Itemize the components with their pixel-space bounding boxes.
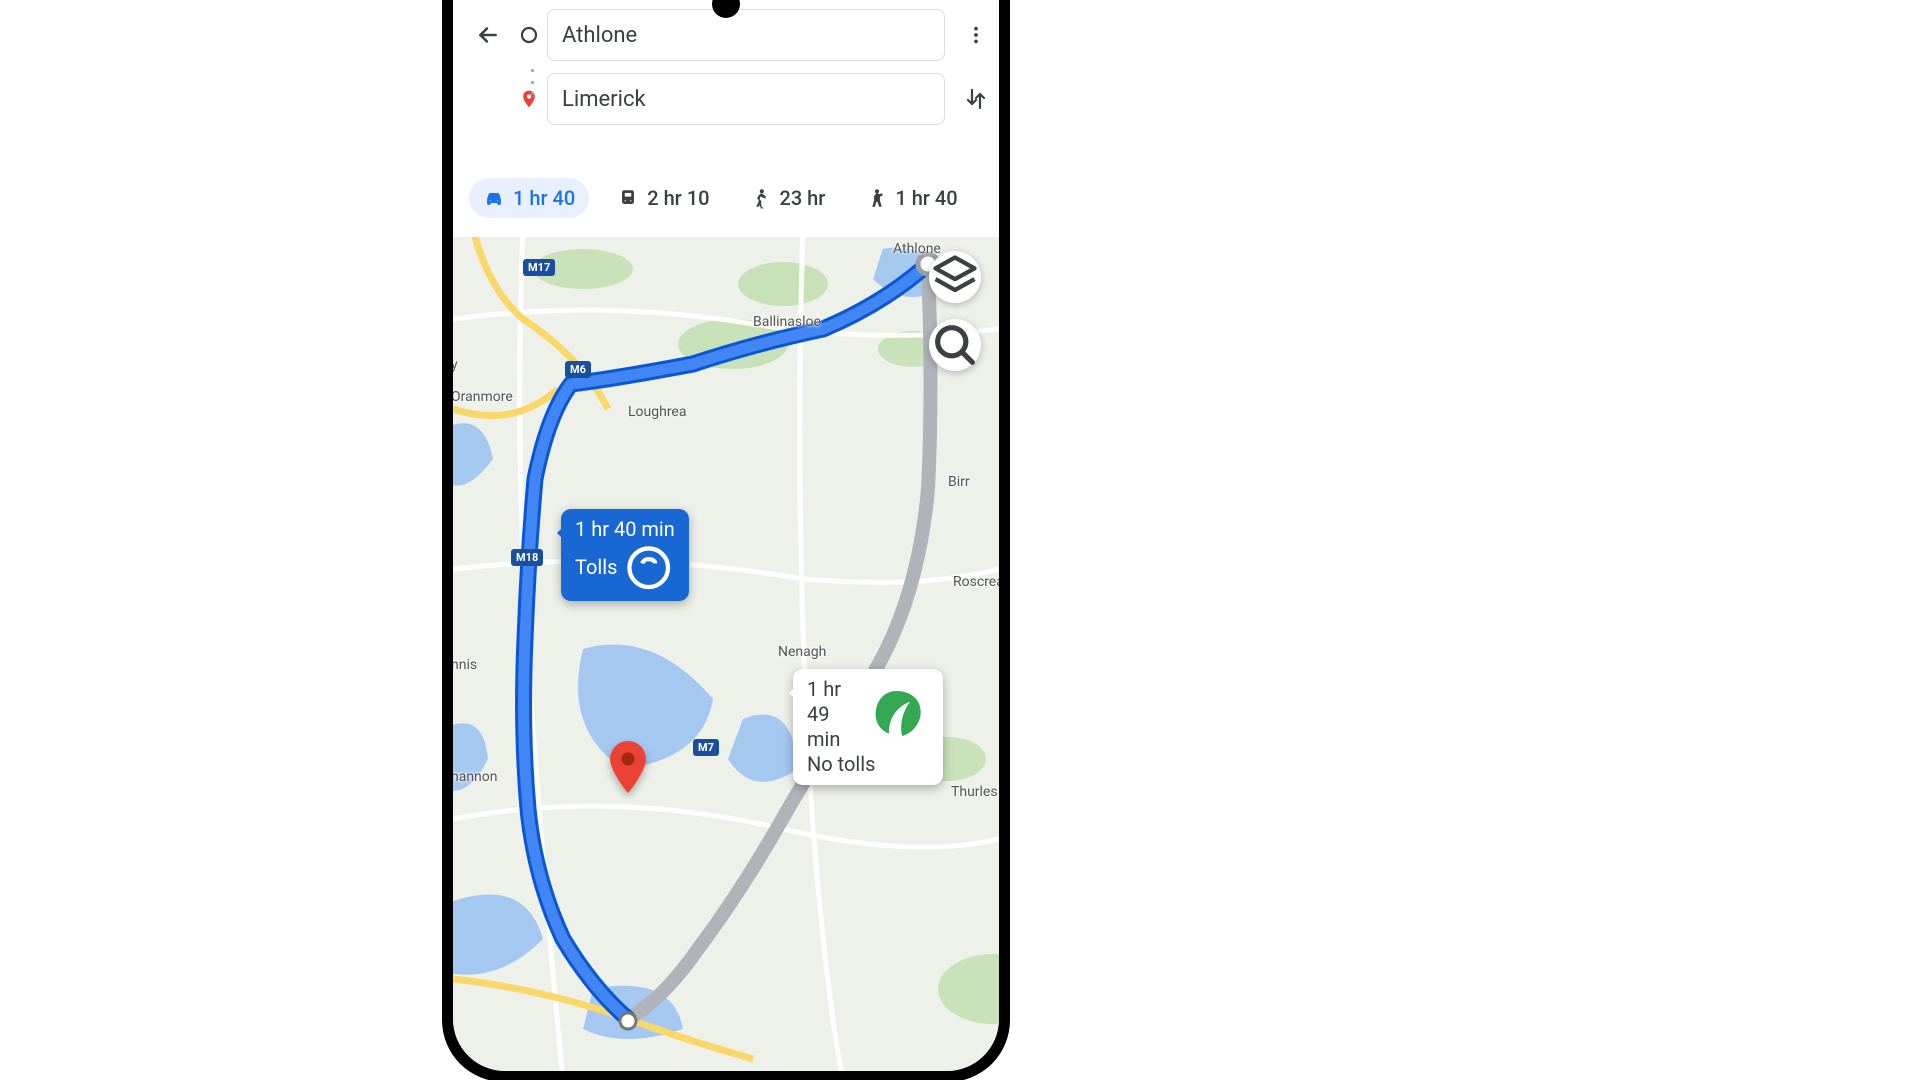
place-thurles: Thurles: [951, 784, 998, 800]
layers-button[interactable]: [929, 251, 981, 303]
more-options-button[interactable]: [953, 24, 999, 46]
place-oranmore: Oranmore: [453, 389, 513, 405]
destination-input[interactable]: Limerick: [547, 73, 945, 125]
place-birr: Birr: [948, 474, 970, 490]
route-primary-callout[interactable]: 1 hr 40 min Tolls: [561, 509, 689, 601]
mode-transit-label: 2 hr 10: [647, 186, 709, 210]
origin-input[interactable]: Athlone: [547, 9, 945, 61]
shield-m18: M18: [511, 549, 543, 566]
mode-transit[interactable]: 2 hr 10: [603, 178, 723, 218]
back-button[interactable]: [465, 22, 511, 48]
travel-mode-tabs: 1 hr 40 2 hr 10 23 hr 1 hr 40 6: [453, 167, 999, 229]
origin-text: Athlone: [562, 23, 637, 48]
place-shannon: hannon: [453, 769, 498, 785]
mode-rideshare[interactable]: 1 hr 40: [853, 178, 971, 218]
route-alt-time: 1 hr 49 min: [807, 677, 859, 752]
shield-m7: M7: [693, 739, 719, 756]
route-alt-callout[interactable]: 1 hr 49 min No tolls: [793, 669, 943, 785]
destination-pin[interactable]: [608, 741, 648, 797]
mode-bike[interactable]: 6: [986, 178, 999, 218]
place-nenagh: Nenagh: [778, 644, 826, 660]
route-alt-note: No tolls: [807, 752, 929, 777]
place-ballinasloe: Ballinasloe: [753, 314, 821, 330]
place-loughrea: Loughrea: [628, 404, 686, 420]
map-canvas[interactable]: Athlone Ballinasloe Oranmore Loughrea y …: [453, 229, 999, 1071]
place-y: y: [453, 357, 458, 373]
mode-drive-label: 1 hr 40: [513, 186, 575, 210]
shield-m6: M6: [565, 361, 591, 378]
origin-icon: [511, 26, 547, 44]
mode-walk[interactable]: 23 hr: [737, 178, 839, 218]
route-primary-note: Tolls: [575, 555, 617, 580]
place-roscrea: Roscrea: [953, 574, 999, 590]
shield-m17: M17: [523, 259, 555, 276]
mode-walk-label: 23 hr: [779, 186, 825, 210]
mode-rideshare-label: 1 hr 40: [895, 186, 957, 210]
tolls-icon: [623, 542, 674, 593]
destination-icon: [511, 88, 547, 110]
route-connector: [531, 69, 534, 95]
eco-leaf-icon: [865, 683, 929, 747]
mode-drive[interactable]: 1 hr 40: [469, 178, 589, 218]
search-map-button[interactable]: [929, 319, 981, 371]
destination-text: Limerick: [562, 87, 646, 112]
swap-button[interactable]: [953, 87, 999, 111]
place-ennis: nnis: [453, 657, 477, 673]
route-primary-time: 1 hr 40 min: [575, 517, 675, 542]
